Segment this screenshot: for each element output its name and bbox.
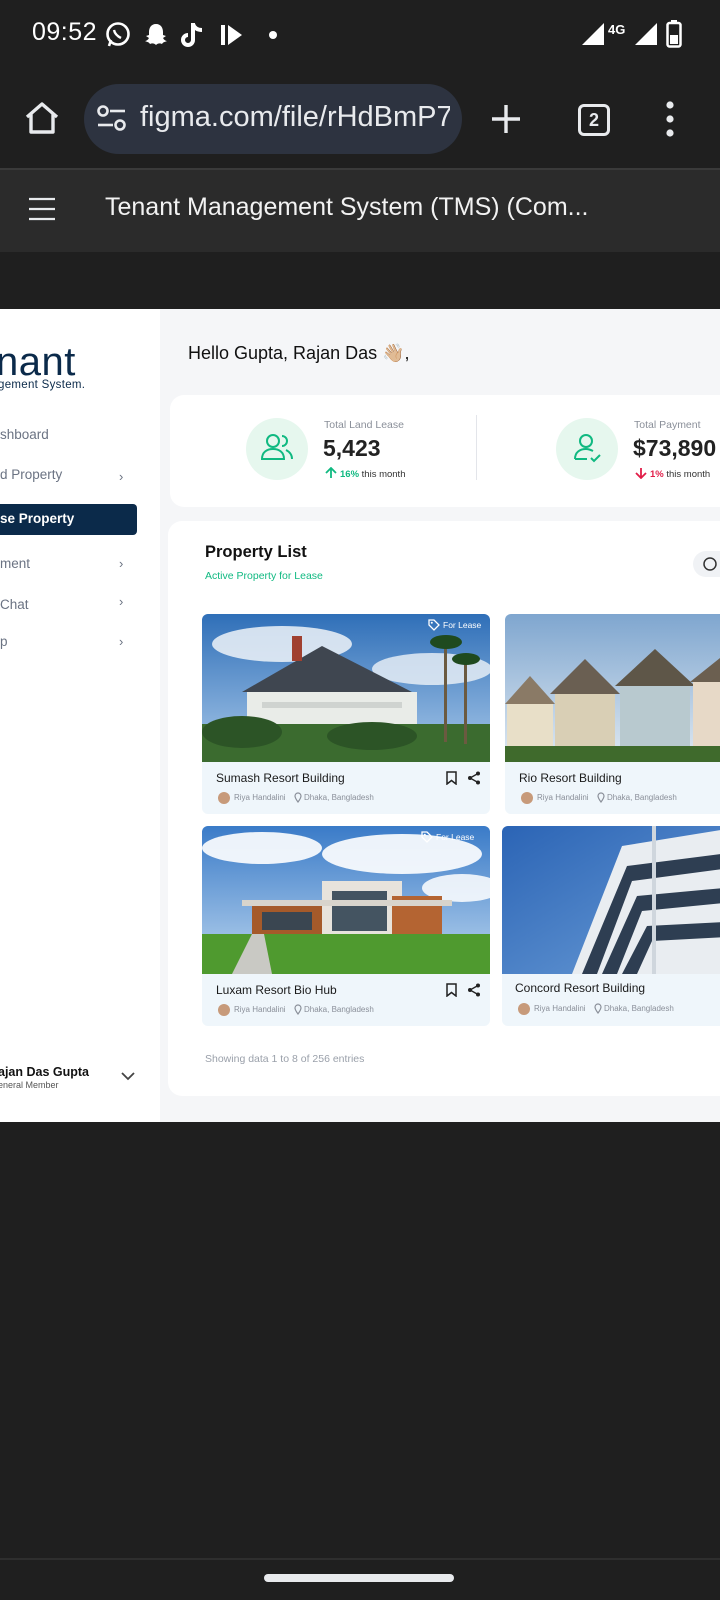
app-logo-tagline: gement System. bbox=[0, 379, 86, 391]
stat-change-suffix: this month bbox=[361, 469, 406, 480]
stat-change-value: 1% bbox=[650, 469, 664, 480]
property-list-subtitle: Active Property for Lease bbox=[205, 570, 323, 582]
location-pin-icon bbox=[594, 1003, 602, 1014]
whatsapp-icon bbox=[106, 22, 130, 47]
tag-icon bbox=[428, 619, 440, 631]
property-photo bbox=[502, 826, 720, 974]
stat-value: 5,423 bbox=[323, 435, 381, 461]
menu-icon[interactable] bbox=[28, 197, 56, 221]
property-card[interactable]: For Lease Sumash Resort Building Riya Ha… bbox=[202, 614, 490, 814]
agent-name: Riya Handalini bbox=[534, 1004, 586, 1013]
battery-icon bbox=[666, 20, 682, 48]
nav-item-help[interactable]: p bbox=[0, 634, 8, 649]
share-icon[interactable] bbox=[467, 983, 481, 997]
figma-file-title: Tenant Management System (TMS) (Com... bbox=[105, 193, 589, 221]
stat-value: $73,890 bbox=[633, 435, 717, 461]
stat-change-value: 16% bbox=[340, 469, 360, 480]
stat-change: 1% this month bbox=[650, 469, 710, 480]
property-name: Concord Resort Building bbox=[515, 981, 646, 995]
avatar bbox=[521, 792, 533, 804]
property-location: Dhaka, Bangladesh bbox=[304, 1005, 374, 1014]
stat-change: 16% this month bbox=[340, 469, 405, 480]
property-card[interactable]: Concord Resort Building Riya Handalini D… bbox=[502, 826, 720, 1026]
tag-icon bbox=[421, 831, 433, 843]
property-name: Rio Resort Building bbox=[519, 771, 622, 785]
share-icon[interactable] bbox=[467, 771, 481, 785]
avatar bbox=[218, 792, 230, 804]
site-settings-icon[interactable] bbox=[96, 103, 128, 133]
agent-name: Riya Handalini bbox=[537, 793, 589, 802]
bookmark-icon[interactable] bbox=[446, 771, 457, 785]
agent-name: Riya Handalini bbox=[234, 793, 286, 802]
status-time: 09:52 bbox=[32, 18, 98, 46]
nav-divider bbox=[0, 1558, 720, 1560]
property-photo bbox=[202, 826, 490, 974]
location-pin-icon bbox=[294, 792, 302, 803]
property-card[interactable]: For Lease Luxam Resort Bio Hub Riya Hand… bbox=[202, 826, 490, 1026]
avatar bbox=[518, 1003, 530, 1015]
nav-item-lease-property-label: se Property bbox=[0, 511, 75, 526]
property-photo bbox=[505, 614, 720, 762]
gesture-handle[interactable] bbox=[264, 1574, 454, 1582]
pagination-info: Showing data 1 to 8 of 256 entries bbox=[205, 1053, 365, 1065]
property-card[interactable]: Rio Resort Building Riya Handalini Dhaka… bbox=[505, 614, 720, 814]
arrow-down-icon bbox=[635, 468, 647, 479]
tabs-icon[interactable]: 2 bbox=[578, 104, 610, 136]
user-name[interactable]: ajan Das Gupta bbox=[0, 1065, 89, 1079]
tiktok-icon bbox=[181, 23, 203, 47]
user-check-icon bbox=[574, 434, 601, 463]
greeting: Hello Gupta, Rajan Das 👋🏼, bbox=[188, 343, 410, 363]
for-lease-badge: For Lease bbox=[443, 620, 482, 630]
property-location: Dhaka, Bangladesh bbox=[304, 793, 374, 802]
avatar bbox=[218, 1004, 230, 1016]
arrow-up-icon bbox=[325, 467, 337, 478]
location-pin-icon bbox=[294, 1004, 302, 1015]
chevron-right-icon: › bbox=[119, 469, 124, 484]
for-lease-badge: For Lease bbox=[436, 832, 475, 842]
property-list-title: Property List bbox=[205, 543, 307, 561]
stat-label: Total Land Lease bbox=[324, 419, 404, 431]
wifi-icon bbox=[635, 23, 657, 45]
property-location: Dhaka, Bangladesh bbox=[604, 1004, 674, 1013]
stat-label: Total Payment bbox=[634, 419, 701, 431]
nav-item-land-property[interactable]: d Property bbox=[0, 467, 62, 482]
nav-item-dashboard[interactable]: shboard bbox=[0, 427, 49, 442]
chevron-right-icon: › bbox=[119, 634, 124, 649]
new-tab-icon[interactable] bbox=[489, 102, 523, 136]
media-icon bbox=[221, 25, 242, 45]
network-label: 4G bbox=[608, 22, 626, 37]
agent-name: Riya Handalini bbox=[234, 1005, 286, 1014]
property-name: Sumash Resort Building bbox=[216, 771, 345, 785]
user-role: eneral Member bbox=[0, 1080, 59, 1090]
more-icon[interactable] bbox=[664, 100, 676, 138]
search-icon[interactable] bbox=[702, 556, 720, 572]
screen: 09:52 4G figma.com/file/rHdBmP7 2 Tenant… bbox=[0, 0, 720, 1600]
signal-icon bbox=[582, 23, 604, 45]
dot-icon bbox=[269, 31, 277, 39]
property-location: Dhaka, Bangladesh bbox=[607, 793, 677, 802]
snapchat-icon bbox=[145, 24, 167, 45]
stat-change-suffix: this month bbox=[666, 469, 711, 480]
chevron-right-icon: › bbox=[119, 594, 124, 609]
nav-item-chat[interactable]: Chat bbox=[0, 597, 29, 612]
bookmark-icon[interactable] bbox=[446, 983, 457, 997]
divider bbox=[476, 415, 477, 480]
nav-item-management[interactable]: ment bbox=[0, 556, 30, 571]
location-pin-icon bbox=[597, 792, 605, 803]
url-text[interactable]: figma.com/file/rHdBmP7 bbox=[140, 101, 450, 134]
home-icon[interactable] bbox=[23, 99, 61, 137]
chevron-right-icon: › bbox=[119, 556, 124, 571]
property-photo bbox=[202, 614, 490, 762]
chevron-down-icon[interactable] bbox=[121, 1071, 135, 1081]
property-name: Luxam Resort Bio Hub bbox=[216, 983, 337, 997]
users-icon bbox=[260, 434, 293, 460]
